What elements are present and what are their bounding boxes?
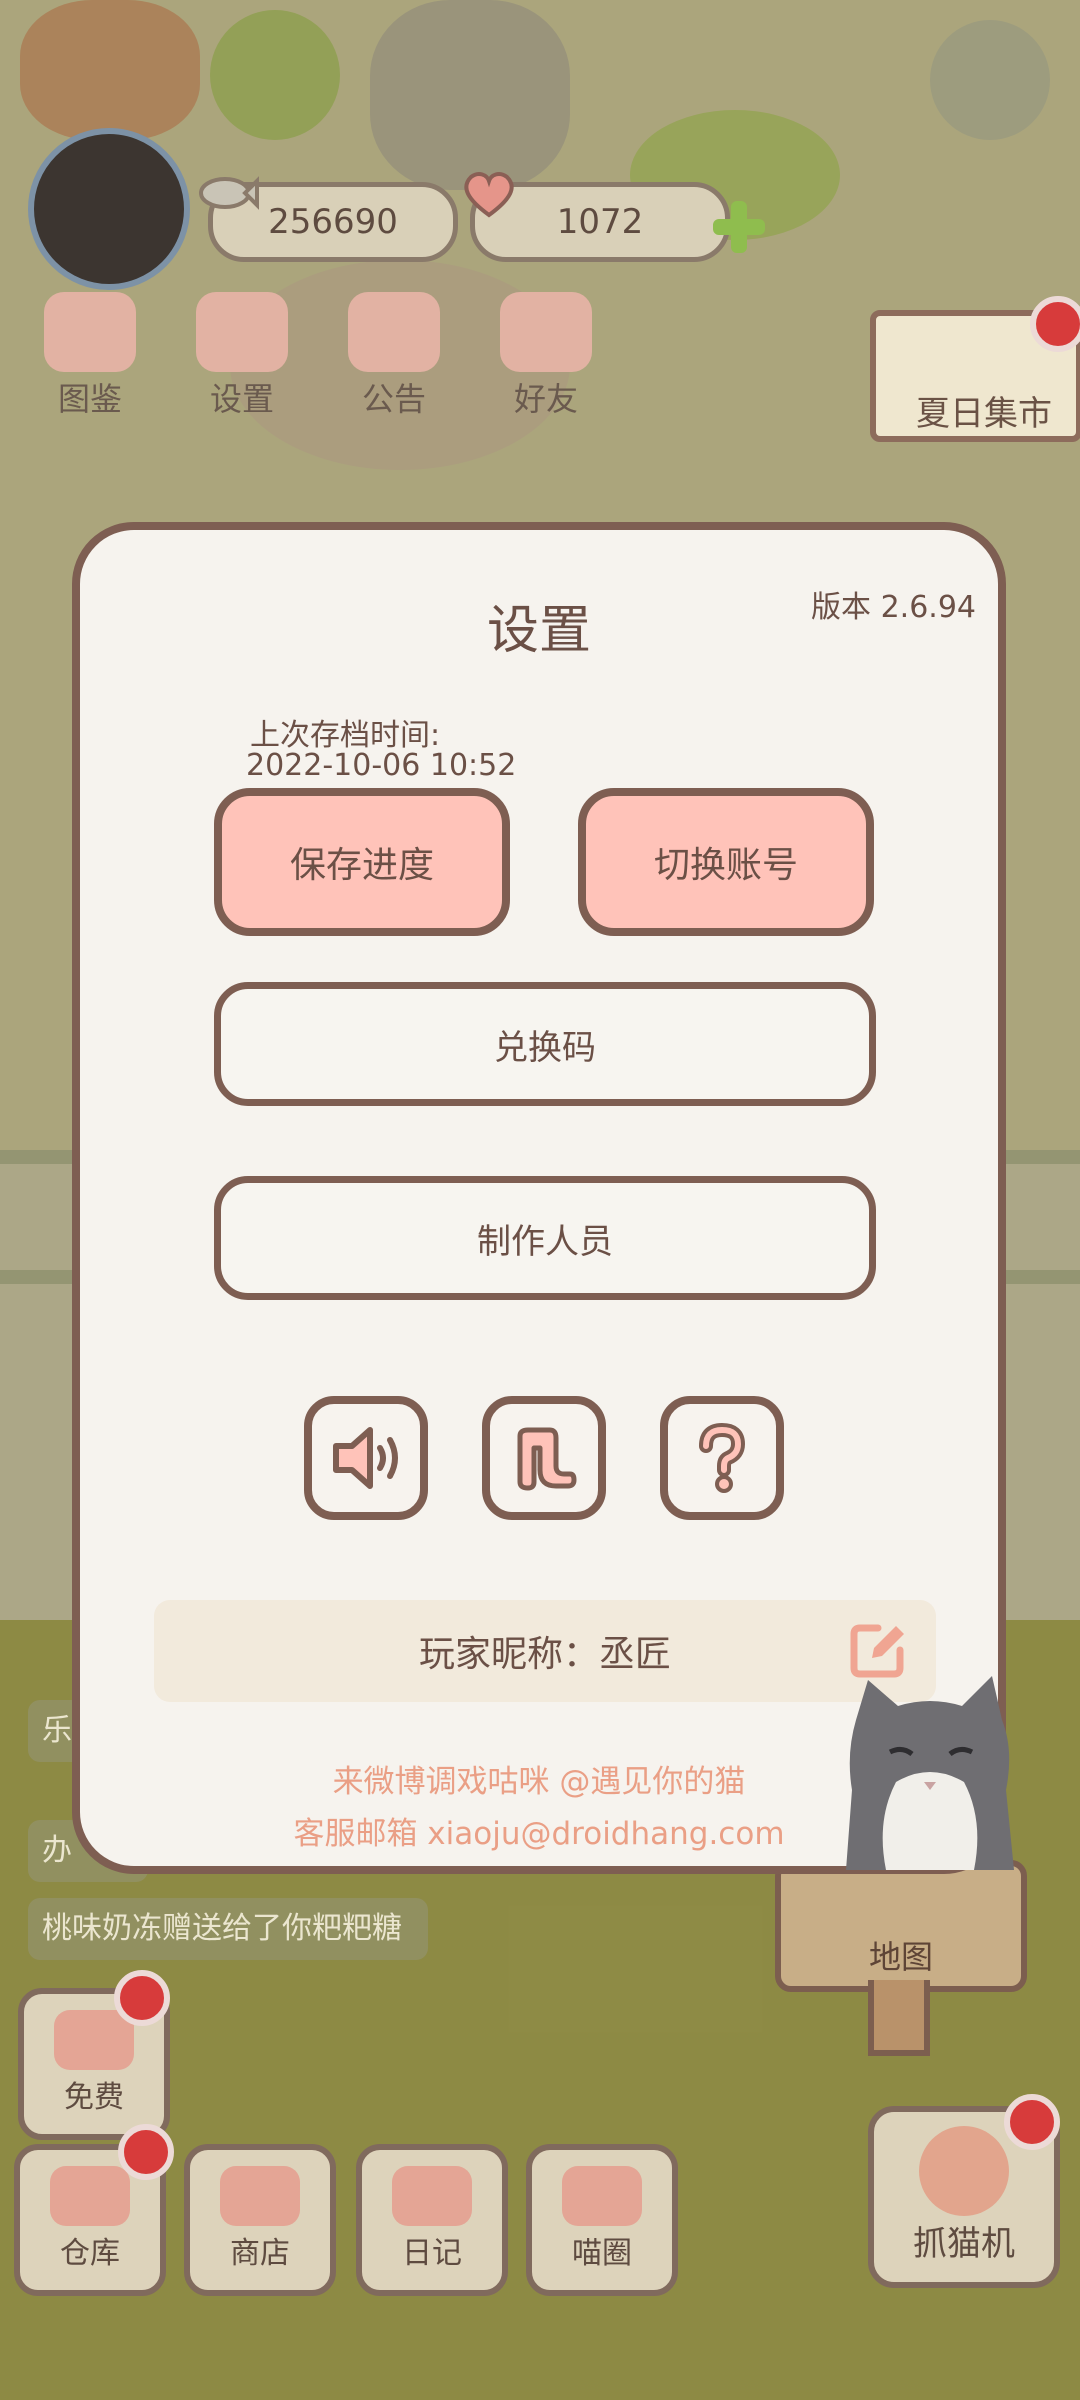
claw-machine-label: 抓猫机 [913, 2224, 1015, 2264]
diary-button[interactable]: 日记 [356, 2144, 508, 2296]
claw-icon [919, 2126, 1009, 2216]
switch-account-button[interactable]: 切换账号 [578, 788, 874, 936]
question-icon [699, 1422, 746, 1493]
menu-settings-label: 设置 [209, 380, 274, 418]
diary-label: 日记 [402, 2236, 462, 2271]
summer-market-label: 夏日集市 [916, 394, 1052, 434]
credits-button[interactable]: 制作人员 [214, 1176, 876, 1300]
menu-settings[interactable]: 设置 [182, 292, 302, 420]
notification-badge [114, 1970, 170, 2026]
shop-icon [220, 2166, 300, 2226]
heart-bag-icon [54, 2010, 134, 2070]
notification-badge [1004, 2094, 1060, 2150]
cat-face-icon [44, 292, 136, 372]
free-label: 免费 [64, 2080, 124, 2115]
notification-badge [1030, 296, 1080, 352]
heart-counter[interactable]: 1072 [464, 172, 765, 262]
speaker-icon [333, 1427, 398, 1489]
notification-badge [118, 2124, 174, 2180]
music-note-icon [517, 1427, 577, 1491]
friends-icon [500, 292, 592, 372]
diary-icon [392, 2166, 472, 2226]
heart-count: 1072 [556, 202, 644, 242]
nickname-bar: 玩家昵称：丞匠 [154, 1600, 936, 1702]
menu-friends[interactable]: 好友 [486, 292, 606, 420]
menu-announcement-label: 公告 [361, 380, 426, 418]
cat-photo [846, 1676, 1014, 1870]
gear-icon [196, 292, 288, 372]
sound-toggle-button[interactable] [304, 1396, 428, 1520]
redeem-code-label: 兑换码 [494, 1027, 596, 1068]
rice-bowl-icon [50, 2166, 130, 2226]
chat-message: 桃味奶冻赠送给了你粑粑糖 [28, 1898, 428, 1960]
map-post [868, 1980, 930, 2056]
last-save-time: 2022-10-06 10:52 [246, 748, 517, 783]
cat-planet-icon [562, 2166, 642, 2226]
warehouse-label: 仓库 [60, 2236, 120, 2271]
save-progress-label: 保存进度 [289, 845, 434, 886]
credits-label: 制作人员 [477, 1221, 613, 1262]
music-toggle-button[interactable] [482, 1396, 606, 1520]
heart-icon [464, 172, 514, 218]
switch-account-label: 切换账号 [653, 845, 798, 886]
cat-circle-button[interactable]: 喵圈 [526, 2144, 678, 2296]
map-label: 地图 [868, 1938, 933, 1976]
help-button[interactable] [660, 1396, 784, 1520]
cat-circle-label: 喵圈 [572, 2236, 632, 2271]
coin-count: 256690 [268, 202, 398, 242]
version-text: 版本 2.6.94 [811, 590, 976, 625]
menu-announcement[interactable]: 公告 [334, 292, 454, 420]
save-progress-button[interactable]: 保存进度 [214, 788, 510, 936]
nickname-text: 玩家昵称：丞匠 [418, 1634, 671, 1675]
menu-collection[interactable]: 图鉴 [30, 292, 150, 420]
shop-button[interactable]: 商店 [184, 2144, 336, 2296]
gift-icon [348, 292, 440, 372]
map-button[interactable]: 地图 [775, 1860, 1027, 1992]
plus-icon[interactable] [713, 201, 765, 253]
player-avatar[interactable] [28, 128, 190, 290]
menu-collection-label: 图鉴 [57, 380, 122, 418]
shop-label: 商店 [230, 2236, 290, 2271]
menu-friends-label: 好友 [513, 380, 578, 418]
coin-counter[interactable]: 256690 [199, 176, 458, 262]
redeem-code-button[interactable]: 兑换码 [214, 982, 876, 1106]
fish-icon [199, 176, 259, 210]
